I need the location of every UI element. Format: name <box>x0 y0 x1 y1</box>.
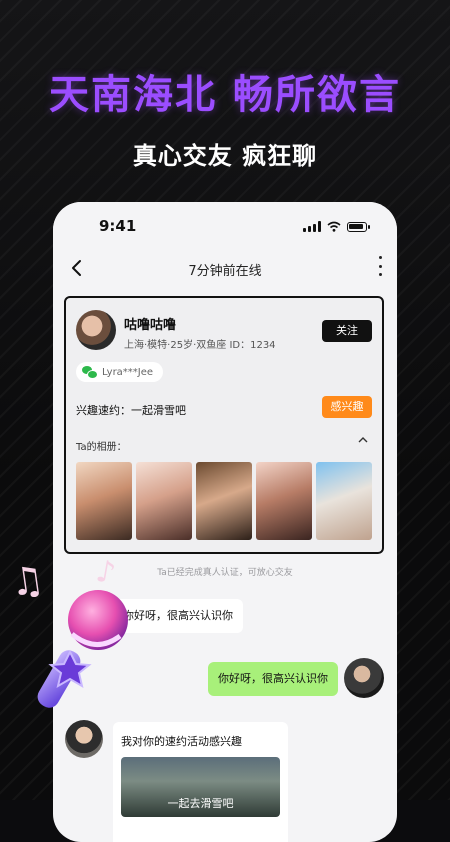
signal-icon <box>303 221 321 232</box>
message-outgoing: 你好呀，很高兴认识你 <box>208 662 338 696</box>
battery-icon <box>347 221 370 232</box>
promo-headline: 天南海北 畅所欲言 <box>49 72 401 118</box>
profile-info: 上海·模特·25岁·双鱼座 ID：1234 <box>124 340 276 351</box>
status-bar: 9:41 <box>53 202 397 250</box>
avatar[interactable] <box>65 720 103 758</box>
chevron-up-icon[interactable] <box>358 436 368 444</box>
album-photo[interactable] <box>76 462 132 540</box>
promo-subhead: 真心交友 疯狂聊 <box>132 142 318 170</box>
more-options-icon[interactable] <box>377 256 383 276</box>
wechat-icon <box>82 366 98 379</box>
nav-title: 7分钟前在线 <box>188 264 262 279</box>
photo-album <box>76 462 372 540</box>
album-photo[interactable] <box>136 462 192 540</box>
status-time: 9:41 <box>99 217 137 235</box>
wechat-id: Lyra***Jee <box>102 366 154 378</box>
message-incoming: 我对你的速约活动感兴趣 <box>121 735 242 748</box>
status-icons <box>303 221 370 232</box>
nav-bar: 7分钟前在线 <box>53 250 397 288</box>
invite-image-label: 一起去滑雪吧 <box>167 797 234 810</box>
profile-card: 咕噜咕噜 上海·模特·25岁·双鱼座 ID：1234 关注 Lyra***Jee… <box>64 296 384 554</box>
invite-image[interactable]: 一起去滑雪吧 <box>121 757 280 817</box>
avatar[interactable] <box>76 310 116 350</box>
avatar[interactable] <box>344 658 384 698</box>
invite-card[interactable]: 我对你的速约活动感兴趣 一起去滑雪吧 <box>113 722 288 842</box>
profile-name: 咕噜咕噜 <box>124 318 177 333</box>
interested-button[interactable]: 感兴趣 <box>322 396 372 418</box>
album-photo[interactable] <box>256 462 312 540</box>
microphone-icon <box>37 590 128 708</box>
wechat-badge[interactable]: Lyra***Jee <box>76 362 164 382</box>
interest-text: 兴趣速约：一起滑雪吧 <box>76 404 186 417</box>
album-photo[interactable] <box>316 462 372 540</box>
album-label: Ta的相册： <box>76 442 127 453</box>
phone-mockup: 9:41 7分钟前在线 咕噜咕噜 上海·模特·25岁·双鱼座 ID：1234 关… <box>53 202 397 842</box>
album-photo[interactable] <box>196 462 252 540</box>
follow-button[interactable]: 关注 <box>322 320 372 342</box>
wifi-icon <box>327 221 341 232</box>
